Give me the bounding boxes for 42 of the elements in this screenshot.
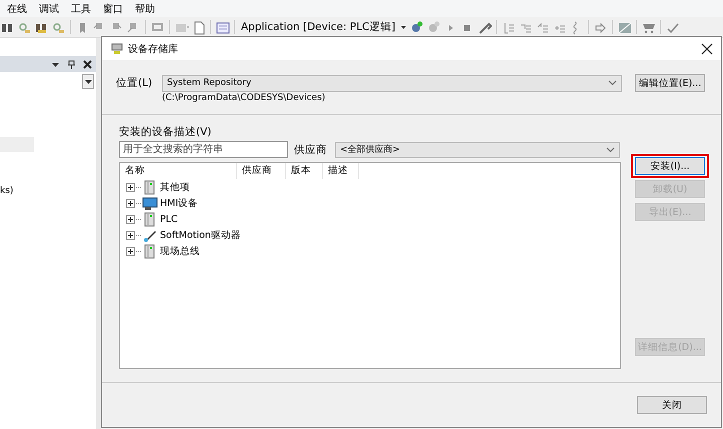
menu-item[interactable]: 窗口	[103, 2, 123, 16]
vendor-label: 供应商	[294, 142, 327, 156]
vendor-dropdown[interactable]: <全部供应商>	[335, 142, 620, 158]
application-selector[interactable]: Application [Device: PLC逻辑]	[239, 20, 398, 34]
column-header[interactable]: 版本	[286, 163, 323, 179]
location-path: (C:\ProgramData\CODESYS\Devices)	[162, 93, 326, 103]
search-field[interactable]: 用于全文搜索的字符串	[119, 141, 288, 158]
tree-item[interactable]: SoftMotion驱动器	[160, 228, 241, 242]
window-title: 设备存储库	[128, 42, 179, 56]
side-button[interactable]: 安装(I)...	[635, 157, 705, 175]
close-icon[interactable]	[701, 42, 713, 54]
tree-item[interactable]: 现场总线	[160, 244, 200, 258]
menu-item[interactable]: 调试	[39, 2, 59, 16]
panel-dropdown[interactable]	[82, 74, 94, 89]
pin-icon[interactable]	[67, 60, 76, 68]
dropdown-arrow-icon	[84, 77, 92, 86]
expand-icon[interactable]	[126, 198, 135, 208]
tree-item[interactable]: HMI设备	[160, 196, 198, 210]
expand-icon[interactable]	[126, 182, 135, 192]
section-label: 安装的设备描述(V)	[119, 125, 212, 139]
menu-item[interactable]: 工具	[71, 2, 91, 16]
location-label: 位置(L)	[116, 76, 154, 90]
expand-icon[interactable]	[126, 214, 135, 224]
column-header[interactable]: 描述	[323, 163, 359, 179]
device-icon	[110, 42, 124, 56]
calendar-icon[interactable]	[215, 20, 230, 34]
menu-item[interactable]: 帮助	[135, 2, 155, 16]
tree-item[interactable]: PLC	[160, 214, 178, 224]
column-header[interactable]: 供应商	[237, 163, 286, 179]
expand-icon[interactable]	[126, 246, 135, 256]
tree-item[interactable]: 其他项	[160, 180, 190, 194]
menu-item[interactable]: 在线	[7, 2, 27, 16]
chevron-icon	[606, 146, 615, 152]
expand-icon[interactable]	[126, 230, 135, 240]
tree-item-text: ks)	[0, 186, 14, 196]
chevron-icon	[608, 80, 617, 86]
column-header[interactable]: 名称	[120, 163, 237, 179]
location-dropdown[interactable]: System Repository	[162, 74, 622, 92]
close-button[interactable]: 关闭	[637, 396, 707, 414]
edit-location-button[interactable]: 编辑位置(E)...	[635, 74, 705, 92]
close-icon[interactable]	[83, 60, 92, 68]
monitor-icon	[142, 196, 158, 210]
